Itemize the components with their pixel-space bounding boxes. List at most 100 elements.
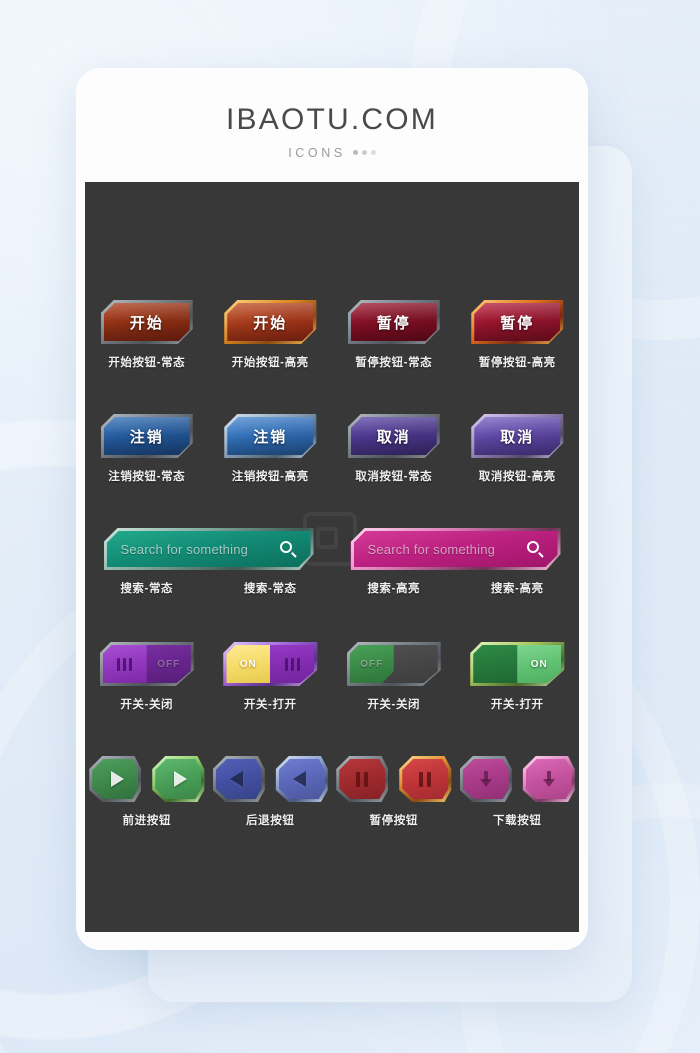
icon-cell-pause-normal: 暂停 暂停按钮-常态 [332,286,456,400]
icon-grid: 开始 开始按钮-常态 开始 开始按钮-高亮 暂停 暂停按钮-常态 暂停 暂停按钮… [85,286,579,856]
icon-caption: 取消按钮-常态 [355,471,433,483]
back-arrow-icon [293,771,307,787]
button-face-label: 取消 [500,428,535,446]
button-face-label: 开始 [129,314,164,332]
pause-icon-button-highlight[interactable] [399,756,452,802]
icon-cell-cancel-highlight: 取消 取消按钮-高亮 [456,400,580,514]
icon-caption: 开始按钮-高亮 [231,357,309,369]
icon-caption: 前进按钮 [122,815,171,827]
card-header: IBAOTU.COM ICONS [76,68,588,182]
icon-caption: 取消按钮-高亮 [478,471,556,483]
download-icon [478,770,494,788]
icon-cell-logout-normal: 注销 注销按钮-常态 [85,400,209,514]
toggle-track [270,645,314,683]
toggle-green-on[interactable]: ON [470,642,565,686]
toggle-state-label: ON [239,658,257,670]
icon-cell-toggle-green-on: ON 开关-打开 [456,628,580,742]
icon-caption: 暂停按钮 [369,815,418,827]
preview-card: IBAOTU.COM ICONS 开始 开始按钮-常态 开始 开始按钮-高亮 暂… [76,68,588,950]
toggle-knob: ON [517,645,562,683]
pause-button-pair [336,756,452,802]
download-button-highlight[interactable] [522,756,575,802]
button-face-label: 注销 [129,428,164,446]
download-button-normal[interactable] [459,756,512,802]
icon-caption: 搜索-高亮 [367,583,421,595]
icon-caption: 开始按钮-常态 [108,357,186,369]
icon-caption: 注销按钮-高亮 [231,471,309,483]
start-button-highlight[interactable]: 开始 [224,300,317,344]
icon-caption: 开关-关闭 [120,699,174,711]
search-input[interactable]: Search for something [368,542,527,557]
back-button-normal[interactable] [212,756,265,802]
pause-button-normal[interactable]: 暂停 [347,300,440,344]
icon-caption: 搜索-常态 [120,583,174,595]
cancel-button-normal[interactable]: 取消 [347,414,440,458]
forward-button-normal[interactable] [89,756,142,802]
back-button-highlight[interactable] [275,756,328,802]
subtitle-row: ICONS [288,146,376,160]
icon-caption: 暂停按钮-常态 [355,357,433,369]
pause-icon [419,771,432,787]
icon-cell-toggle-purple-on: ON 开关-打开 [209,628,333,742]
pause-icon [356,771,369,787]
icon-stage: 开始 开始按钮-常态 开始 开始按钮-高亮 暂停 暂停按钮-常态 暂停 暂停按钮… [85,182,579,932]
search-bar-normal[interactable]: Search for something [103,528,314,570]
back-arrow-icon [230,771,244,787]
logout-button-highlight[interactable]: 注销 [224,414,317,458]
icon-cell-pause-highlight: 暂停 暂停按钮-高亮 [456,286,580,400]
forward-button-highlight[interactable] [152,756,205,802]
pause-button-highlight[interactable]: 暂停 [471,300,564,344]
logout-button-normal[interactable]: 注销 [100,414,193,458]
icon-caption: 暂停按钮-高亮 [478,357,556,369]
icon-cell-download: 下载按钮 [456,742,580,856]
grip-icon [284,657,300,671]
search-input[interactable]: Search for something [121,542,280,557]
toggle-track [394,645,438,683]
icon-cell-forward: 前进按钮 [85,742,209,856]
search-icon[interactable] [526,540,544,558]
download-button-pair [459,756,575,802]
icon-cell-search-highlight: Search for something 搜索-高亮 搜索-高亮 [332,514,579,628]
icon-cell-start-normal: 开始 开始按钮-常态 [85,286,209,400]
toggle-knob: ON [226,645,271,683]
toggle-knob: OFF [349,645,394,683]
download-icon [541,770,557,788]
toggle-track: OFF [147,645,191,683]
play-forward-icon [173,771,187,787]
forward-button-pair [89,756,205,802]
grip-icon [117,657,133,671]
toggle-purple-off[interactable]: OFF [99,642,194,686]
icon-cell-toggle-grey-off: OFF 开关-关闭 [332,628,456,742]
toggle-state-label: OFF [157,658,181,670]
icon-cell-toggle-purple-off: OFF 开关-关闭 [85,628,209,742]
icon-cell-search-normal: Search for something 搜索-常态 搜索-常态 [85,514,332,628]
icon-caption: 注销按钮-常态 [108,471,186,483]
icon-caption: 开关-打开 [243,699,297,711]
icon-caption: 后退按钮 [246,815,295,827]
icon-caption: 下载按钮 [493,815,542,827]
icon-cell-pause-icon: 暂停按钮 [332,742,456,856]
icon-cell-start-highlight: 开始 开始按钮-高亮 [209,286,333,400]
toggle-state-label: OFF [360,658,384,670]
search-caption-group: 搜索-高亮 搜索-高亮 [332,580,579,596]
page-subtitle: ICONS [288,145,346,160]
search-bar-highlight[interactable]: Search for something [350,528,561,570]
dots-decoration [352,150,376,155]
icon-caption: 开关-打开 [490,699,544,711]
toggle-track [473,645,517,683]
cancel-button-highlight[interactable]: 取消 [471,414,564,458]
button-face-label: 暂停 [376,314,411,332]
toggle-green-off[interactable]: OFF [346,642,441,686]
toggle-state-label: ON [530,658,548,670]
button-face-label: 取消 [376,428,411,446]
icon-caption: 搜索-高亮 [490,583,544,595]
back-button-pair [212,756,328,802]
button-face-label: 注销 [253,428,288,446]
toggle-purple-on[interactable]: ON [223,642,318,686]
start-button-normal[interactable]: 开始 [100,300,193,344]
pause-icon-button-normal[interactable] [336,756,389,802]
icon-caption: 搜索-常态 [243,583,297,595]
icon-caption: 开关-关闭 [367,699,421,711]
button-face-label: 开始 [253,314,288,332]
search-icon[interactable] [279,540,297,558]
